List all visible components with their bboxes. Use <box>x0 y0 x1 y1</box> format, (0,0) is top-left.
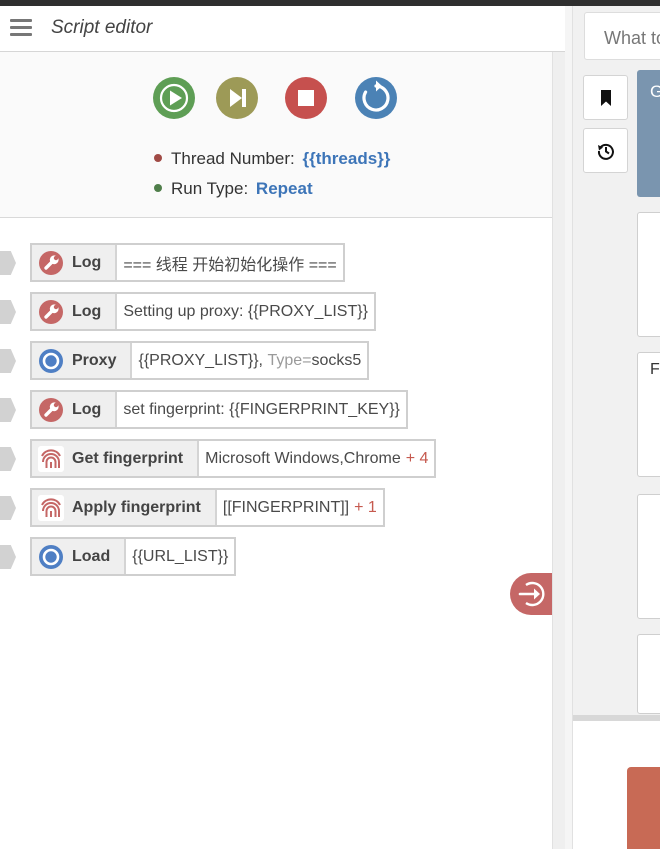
command-parameter[interactable]: === 线程 开始初始化操作 === <box>117 245 342 280</box>
drag-handle-icon[interactable] <box>0 447 16 471</box>
step-forward-button[interactable] <box>216 77 258 119</box>
command-name[interactable]: Apply fingerprint <box>32 490 217 525</box>
action-card[interactable] <box>637 494 660 619</box>
run-type-line: Run Type: Repeat <box>154 179 313 199</box>
command-param-text: [[FINGERPRINT]] <box>222 498 350 516</box>
editor-title: Script editor <box>51 17 153 38</box>
history-button[interactable] <box>583 128 628 173</box>
script-editor-panel: Script editor Thread Number: {{threads}}… <box>0 6 565 849</box>
command-parameter[interactable]: {{PROXY_LIST}}, Type= socks5 <box>132 343 367 378</box>
thread-number-line: Thread Number: {{threads}} <box>154 149 390 169</box>
command-param-text: set fingerprint: {{FINGERPRINT_KEY}} <box>123 400 400 418</box>
green-bullet-icon <box>154 184 162 192</box>
action-card[interactable] <box>637 212 660 337</box>
fingerprint-icon <box>38 494 64 521</box>
command-chip[interactable]: Log Setting up proxy: {{PROXY_LIST}} <box>30 292 376 331</box>
drag-handle-icon[interactable] <box>0 300 16 324</box>
command-param-text: === 线程 开始初始化操作 === <box>123 256 337 274</box>
command-name-label: Load <box>72 547 111 565</box>
command-parameter[interactable]: {{URL_LIST}} <box>126 539 234 574</box>
stop-icon <box>298 90 314 106</box>
thread-number-label: Thread Number: <box>171 149 295 168</box>
command-param-value: socks5 <box>311 351 362 369</box>
red-bullet-icon <box>154 154 162 162</box>
globe-icon <box>38 348 64 374</box>
command-name-label: Apply fingerprint <box>72 498 201 516</box>
card-letter: G <box>650 82 660 101</box>
run-type-value[interactable]: Repeat <box>256 179 313 198</box>
action-card[interactable] <box>637 634 660 714</box>
control-area: Thread Number: {{threads}} Run Type: Rep… <box>0 52 552 218</box>
command-param-text: Setting up proxy: {{PROXY_LIST}} <box>123 302 368 320</box>
command-parameter[interactable]: Setting up proxy: {{PROXY_LIST}} <box>117 294 374 329</box>
sign-in-arrow-icon <box>518 581 545 607</box>
action-card-highlighted[interactable]: G <box>637 70 660 197</box>
command-parameter[interactable]: [[FINGERPRINT]] + 1 <box>217 490 383 525</box>
play-icon <box>159 83 189 113</box>
hamburger-menu-icon[interactable] <box>10 17 34 39</box>
action-card[interactable]: F <box>637 352 660 477</box>
command-name-label: Get fingerprint <box>72 449 184 467</box>
collapse-panel-button[interactable] <box>510 573 552 615</box>
wrench-icon <box>38 250 64 276</box>
drag-handle-icon[interactable] <box>0 496 16 520</box>
restart-button[interactable] <box>355 77 397 119</box>
command-name-label: Log <box>72 302 102 320</box>
command-chip[interactable]: Apply fingerprint [[FINGERPRINT]] + 1 <box>30 488 385 527</box>
command-name[interactable]: Log <box>32 392 118 427</box>
right-panel: What to G F <box>572 6 660 849</box>
command-name[interactable]: Get fingerprint <box>32 441 200 476</box>
thread-number-value[interactable]: {{threads}} <box>303 149 391 168</box>
primary-action-button[interactable] <box>627 767 660 849</box>
stop-button[interactable] <box>285 77 327 119</box>
wrench-icon <box>38 397 64 423</box>
command-name[interactable]: Log <box>32 245 118 280</box>
bookmark-button[interactable] <box>583 75 628 120</box>
drag-handle-icon[interactable] <box>0 251 16 275</box>
command-name[interactable]: Proxy <box>32 343 133 378</box>
command-name-label: Log <box>72 400 102 418</box>
command-chip[interactable]: Log set fingerprint: {{FINGERPRINT_KEY}} <box>30 390 408 429</box>
step-forward-icon <box>230 89 246 107</box>
command-name-label: Log <box>72 253 102 271</box>
command-name[interactable]: Load <box>32 539 127 574</box>
right-panel-footer <box>573 721 660 849</box>
search-box[interactable]: What to <box>584 12 660 60</box>
command-param-text: Microsoft Windows,Chrome <box>205 449 401 467</box>
command-chip[interactable]: Load {{URL_LIST}} <box>30 537 237 576</box>
script-area: Log === 线程 开始初始化操作 === Log Setting up pr… <box>0 219 552 849</box>
editor-header: Script editor <box>0 6 565 52</box>
command-name[interactable]: Log <box>32 294 118 329</box>
history-icon <box>597 143 614 160</box>
command-param-text: {{PROXY_LIST}}, <box>138 351 263 369</box>
drag-handle-icon[interactable] <box>0 398 16 422</box>
fingerprint-icon <box>38 445 64 472</box>
command-chip[interactable]: Get fingerprint Microsoft Windows,Chrome… <box>30 439 437 478</box>
wrench-icon <box>38 299 64 325</box>
command-parameter[interactable]: set fingerprint: {{FINGERPRINT_KEY}} <box>117 392 406 427</box>
command-extra-count[interactable]: + 1 <box>354 499 377 517</box>
restart-icon <box>362 80 390 112</box>
command-param-key: Type= <box>267 351 312 369</box>
command-chip[interactable]: Log === 线程 开始初始化操作 === <box>30 243 345 282</box>
play-button[interactable] <box>153 77 195 119</box>
command-parameter[interactable]: Microsoft Windows,Chrome + 4 <box>199 441 434 476</box>
search-placeholder: What to <box>604 28 660 48</box>
command-name-label: Proxy <box>72 351 117 369</box>
run-type-label: Run Type: <box>171 179 249 198</box>
globe-icon <box>38 544 64 570</box>
editor-scrollbar[interactable] <box>552 52 565 849</box>
command-extra-count[interactable]: + 4 <box>406 450 429 468</box>
command-chip[interactable]: Proxy {{PROXY_LIST}}, Type= socks5 <box>30 341 370 380</box>
drag-handle-icon[interactable] <box>0 545 16 569</box>
drag-handle-icon[interactable] <box>0 349 16 373</box>
card-letter: F <box>650 361 660 378</box>
bookmark-icon <box>601 90 611 106</box>
command-param-text: {{URL_LIST}} <box>132 547 229 565</box>
